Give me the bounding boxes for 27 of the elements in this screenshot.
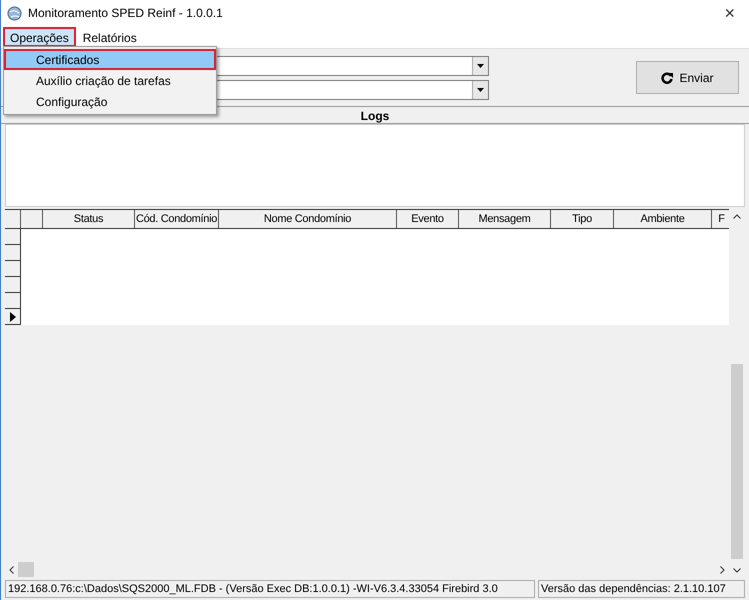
- send-button[interactable]: Enviar: [636, 61, 739, 94]
- menu-item[interactable]: Auxílio criação de tarefas: [4, 70, 216, 91]
- caret-icon: [472, 81, 488, 99]
- column-header[interactable]: Evento: [397, 210, 459, 228]
- caret-icon: [472, 57, 488, 75]
- scrollbar-thumb[interactable]: [731, 364, 743, 559]
- current-row-icon: [10, 312, 16, 322]
- menu-item[interactable]: Relatórios: [76, 27, 144, 47]
- menu-item[interactable]: Operações: [3, 27, 76, 47]
- column-header[interactable]: Cód. Condomínio: [135, 210, 219, 228]
- column-header[interactable]: Mensagem: [459, 210, 551, 228]
- scroll-left-icon[interactable]: [9, 566, 14, 574]
- column-header[interactable]: Ambiente: [614, 210, 712, 228]
- column-header[interactable]: Nome Condomínio: [219, 210, 397, 228]
- scroll-right-icon[interactable]: [720, 566, 725, 574]
- scrollbar-thumb[interactable]: [18, 562, 34, 577]
- status-bar-path: 192.168.0.76:c:\Dados\SQS2000_ML.FDB - (Versão Exec DB:1.0.0.1) -WI-V6.3.4.33054 Firebird 3.0: [5, 580, 535, 598]
- scroll-down-icon[interactable]: [733, 568, 741, 573]
- status-bar-version: Versão das dependências: 2.1.10.107: [538, 580, 745, 598]
- column-header[interactable]: Tipo: [551, 210, 614, 228]
- column-header[interactable]: Status: [43, 210, 135, 228]
- window-title: Monitoramento SPED Reinf - 1.0.0.1: [28, 5, 223, 22]
- menu-item[interactable]: Certificados: [4, 49, 216, 70]
- refresh-icon: [661, 72, 674, 84]
- scroll-up-icon[interactable]: [733, 214, 741, 219]
- globe-icon: [7, 6, 22, 20]
- close-button[interactable]: ×: [716, 4, 743, 22]
